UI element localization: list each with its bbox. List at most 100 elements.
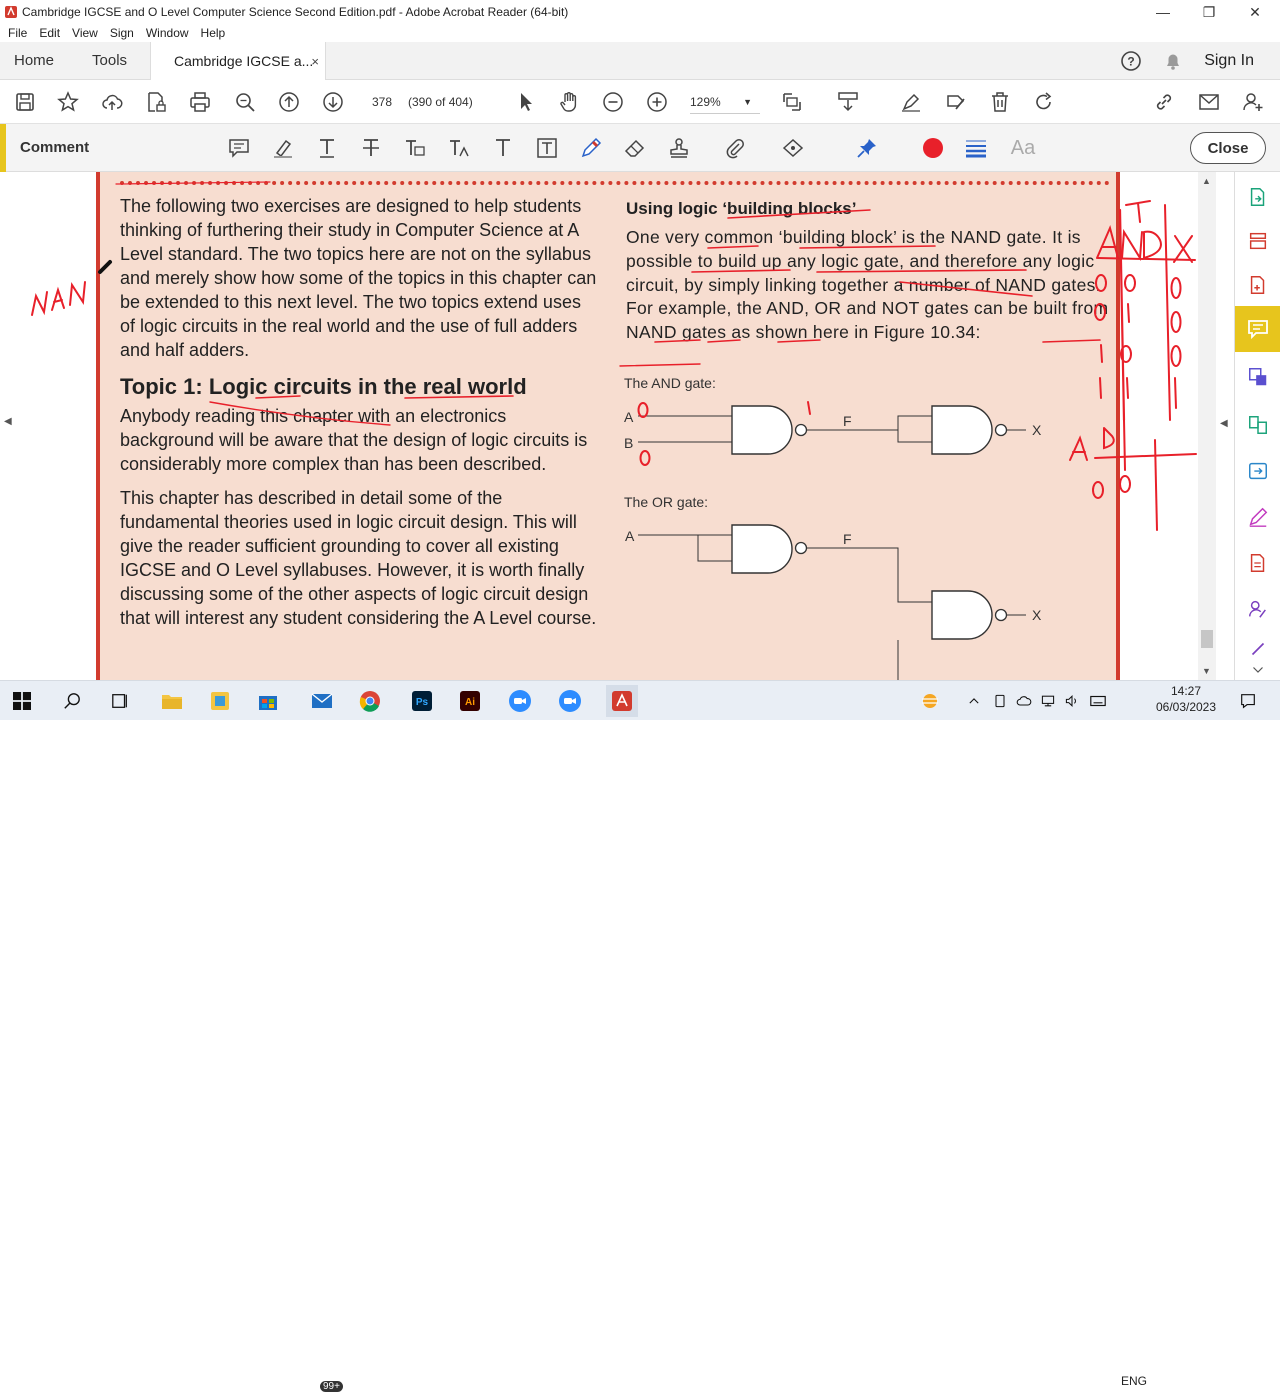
next-page-icon[interactable] xyxy=(321,90,345,114)
window-title: Cambridge IGCSE and O Level Computer Sci… xyxy=(22,5,569,19)
link-icon[interactable] xyxy=(1152,90,1176,114)
or-input-a: A xyxy=(625,528,635,544)
attach-file-icon[interactable] xyxy=(723,136,747,160)
sign-in-button[interactable]: Sign In xyxy=(1204,52,1254,70)
underline-text-icon[interactable] xyxy=(315,136,339,160)
search-icon[interactable] xyxy=(233,90,257,114)
restore-button[interactable]: ❐ xyxy=(1186,0,1232,24)
request-signature-icon[interactable] xyxy=(1245,596,1271,622)
search-taskbar-icon[interactable] xyxy=(58,687,86,715)
menu-window[interactable]: Window xyxy=(146,26,189,40)
or-output-f: F xyxy=(843,531,852,547)
zoom-app-icon[interactable] xyxy=(506,687,534,715)
protect-file-icon[interactable] xyxy=(144,90,168,114)
file-explorer-icon[interactable] xyxy=(158,687,186,715)
menu-help[interactable]: Help xyxy=(201,26,226,40)
zoom-out-icon[interactable] xyxy=(601,90,625,114)
menu-file[interactable]: File xyxy=(8,26,27,40)
close-comment-button[interactable]: Close xyxy=(1190,132,1266,164)
previous-page-icon[interactable] xyxy=(277,90,301,114)
language-indicator[interactable]: ENG xyxy=(1121,1374,1147,1388)
page-count: (390 of 404) xyxy=(408,95,473,109)
export-pdf-icon[interactable] xyxy=(1245,184,1271,210)
strikethrough-icon[interactable] xyxy=(359,136,383,160)
help-icon[interactable]: ? xyxy=(1120,50,1142,72)
photoshop-icon[interactable]: Ps xyxy=(408,687,436,715)
panel-chevron-icon[interactable] xyxy=(1245,656,1271,682)
tab-document[interactable]: Cambridge IGCSE a... × xyxy=(150,42,326,80)
scroll-thumb[interactable] xyxy=(1201,630,1213,648)
zoom-select[interactable]: 129% ▼ xyxy=(690,90,760,114)
add-user-icon[interactable] xyxy=(1241,90,1265,114)
sign-pen-icon[interactable] xyxy=(899,90,923,114)
tab-tools[interactable]: Tools xyxy=(78,52,141,69)
tray-chevron-icon[interactable] xyxy=(960,687,988,715)
fill-sign-icon[interactable] xyxy=(944,90,968,114)
scroll-up-icon[interactable]: ▲ xyxy=(1202,176,1211,186)
document-viewer[interactable]: ◀ The following two exercises are design… xyxy=(0,172,1234,680)
create-pdf-icon[interactable] xyxy=(1245,272,1271,298)
add-text-icon[interactable] xyxy=(491,136,515,160)
email-icon[interactable] xyxy=(1197,90,1221,114)
page-number-input[interactable]: 378 xyxy=(362,90,402,114)
store-icon[interactable] xyxy=(254,687,282,715)
fill-sign-panel-icon[interactable] xyxy=(1245,504,1271,530)
star-icon[interactable] xyxy=(56,90,80,114)
color-picker-icon[interactable] xyxy=(921,136,945,160)
highlight-icon[interactable] xyxy=(271,136,295,160)
eraser-icon[interactable] xyxy=(623,136,647,160)
compare-icon[interactable] xyxy=(1245,412,1271,438)
cloud-upload-icon[interactable] xyxy=(100,90,124,114)
scroll-down-icon[interactable]: ▼ xyxy=(1202,666,1211,676)
insert-text-icon[interactable] xyxy=(447,136,471,160)
vertical-scrollbar[interactable]: ▲ ▼ xyxy=(1198,172,1216,680)
right-panel-toggle[interactable]: ◀ xyxy=(1216,172,1234,680)
page-layout-icon[interactable] xyxy=(780,90,804,114)
illustrator-icon[interactable]: Ai xyxy=(456,687,484,715)
acrobat-taskbar-icon[interactable] xyxy=(606,685,638,717)
zoom-in-icon[interactable] xyxy=(645,90,669,114)
organize-pages-icon[interactable] xyxy=(1245,228,1271,254)
menu-view[interactable]: View xyxy=(72,26,98,40)
keyboard-icon[interactable] xyxy=(1084,687,1112,715)
zoom-app-icon-2[interactable] xyxy=(556,687,584,715)
text-properties-icon[interactable]: Aa xyxy=(1008,136,1038,160)
translate-icon[interactable] xyxy=(1245,364,1271,390)
menu-edit[interactable]: Edit xyxy=(39,26,60,40)
comment-panel-icon[interactable] xyxy=(1235,306,1280,352)
redo-icon[interactable] xyxy=(1032,90,1056,114)
select-cursor-icon[interactable] xyxy=(514,90,538,114)
left-panel-toggle[interactable]: ◀ xyxy=(0,172,18,680)
replace-text-icon[interactable] xyxy=(403,136,427,160)
sticky-notes-app-icon[interactable] xyxy=(206,687,234,715)
sticky-note-icon[interactable] xyxy=(227,136,251,160)
menu-sign[interactable]: Sign xyxy=(110,26,134,40)
minimize-button[interactable]: — xyxy=(1140,0,1186,24)
weather-icon[interactable] xyxy=(916,687,944,715)
close-tab-icon[interactable]: × xyxy=(311,54,319,69)
pin-icon[interactable] xyxy=(855,136,879,160)
stamp-icon[interactable] xyxy=(667,136,691,160)
hand-tool-icon[interactable] xyxy=(557,90,581,114)
delete-icon[interactable] xyxy=(988,90,1012,114)
send-review-icon[interactable] xyxy=(1245,458,1271,484)
mail-app-icon[interactable] xyxy=(308,687,336,715)
document-icon[interactable] xyxy=(1245,550,1271,576)
line-thickness-icon[interactable] xyxy=(964,136,988,160)
chrome-icon[interactable] xyxy=(356,687,384,715)
tab-home[interactable]: Home xyxy=(0,52,68,69)
notifications-icon[interactable] xyxy=(1234,687,1262,715)
shapes-icon[interactable] xyxy=(781,136,805,160)
save-icon[interactable] xyxy=(13,90,37,114)
text-box-icon[interactable] xyxy=(535,136,559,160)
pencil-draw-icon[interactable] xyxy=(579,136,603,160)
volume-icon[interactable] xyxy=(1058,687,1086,715)
notification-bell-icon[interactable] xyxy=(1162,50,1184,72)
task-view-icon[interactable] xyxy=(106,687,134,715)
scroll-mode-icon[interactable] xyxy=(836,90,860,114)
print-icon[interactable] xyxy=(188,90,212,114)
windows-start-icon[interactable] xyxy=(8,687,36,715)
right-tools-panel xyxy=(1234,172,1280,680)
close-window-button[interactable]: ✕ xyxy=(1232,0,1278,24)
system-clock[interactable]: 14:27 06/03/2023 xyxy=(1150,683,1222,715)
